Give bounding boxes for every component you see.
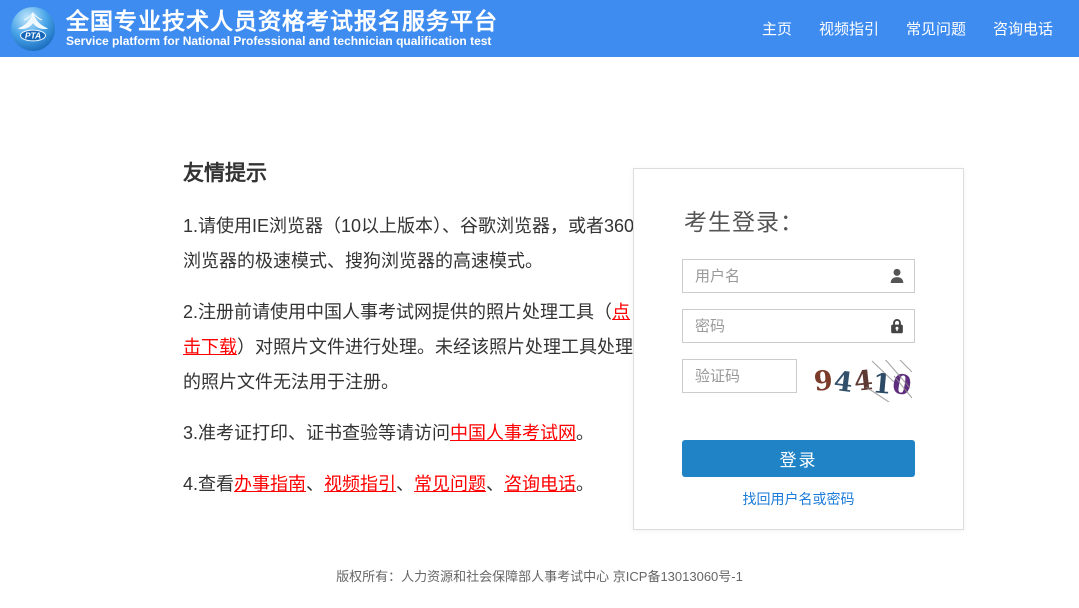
login-panel: 考生登录： 9 4 4 1: [633, 168, 964, 530]
tip-3-text-b: 。: [576, 423, 594, 443]
top-nav: 主页 视频指引 常见问题 咨询电话: [762, 18, 1053, 39]
service-guide-link[interactable]: 办事指南: [234, 474, 306, 494]
tip-item-4: 4.查看办事指南、视频指引、常见问题、咨询电话。: [183, 467, 641, 502]
captcha-image[interactable]: 9 4 4 1 0: [814, 360, 912, 402]
site-header: PTA 全国专业技术人员资格考试报名服务平台 Service platform …: [0, 0, 1079, 57]
svg-text:PTA: PTA: [25, 30, 41, 40]
tip-4-sep-2: 、: [396, 474, 414, 494]
tips-section: 友情提示 1.请使用IE浏览器（10以上版本）、谷歌浏览器，或者360浏览器的极…: [183, 157, 641, 518]
tip-2-text-a: 2.注册前请使用中国人事考试网提供的照片处理工具（: [183, 302, 612, 322]
phone-link[interactable]: 咨询电话: [504, 474, 576, 494]
tip-4-text-b: 。: [576, 474, 594, 494]
copyright-text: 版权所有：人力资源和社会保障部人事考试中心 京ICP备13013060号-1: [336, 569, 743, 584]
tip-2-text-b: ）对照片文件进行处理。未经该照片处理工具处理的照片文件无法用于注册。: [183, 337, 633, 392]
tip-item-1: 1.请使用IE浏览器（10以上版本）、谷歌浏览器，或者360浏览器的极速模式、搜…: [183, 209, 641, 279]
site-title: 全国专业技术人员资格考试报名服务平台: [66, 8, 498, 34]
nav-phone[interactable]: 咨询电话: [993, 18, 1053, 39]
tip-4-sep-1: 、: [306, 474, 324, 494]
captcha-row: 9 4 4 1 0: [682, 359, 915, 402]
faq-link[interactable]: 常见问题: [414, 474, 486, 494]
nav-home[interactable]: 主页: [762, 18, 792, 39]
password-field-wrap: [682, 309, 915, 343]
site-subtitle: Service platform for National Profession…: [66, 34, 498, 49]
captcha-noise-lines: [814, 360, 912, 402]
tip-item-2: 2.注册前请使用中国人事考试网提供的照片处理工具（点击下载）对照片文件进行处理。…: [183, 295, 641, 400]
main-content: 友情提示 1.请使用IE浏览器（10以上版本）、谷歌浏览器，或者360浏览器的极…: [0, 57, 1079, 562]
tip-item-3: 3.准考证打印、证书查验等请访问中国人事考试网。: [183, 416, 641, 451]
username-input[interactable]: [682, 259, 915, 293]
captcha-input[interactable]: [682, 359, 797, 393]
login-button[interactable]: 登录: [682, 440, 915, 477]
username-field-wrap: [682, 259, 915, 293]
pta-logo-icon: PTA: [10, 6, 56, 52]
tips-heading: 友情提示: [183, 157, 641, 187]
tip-3-text-a: 3.准考证打印、证书查验等请访问: [183, 423, 450, 443]
video-guide-link[interactable]: 视频指引: [324, 474, 396, 494]
person-icon: [888, 267, 906, 285]
lock-icon: [888, 317, 906, 335]
brand-block: 全国专业技术人员资格考试报名服务平台 Service platform for …: [66, 8, 498, 49]
tip-4-sep-3: 、: [486, 474, 504, 494]
password-input[interactable]: [682, 309, 915, 343]
nav-video-guide[interactable]: 视频指引: [819, 18, 879, 39]
captcha-field-wrap: [682, 359, 797, 393]
tip-4-text-a: 4.查看: [183, 474, 234, 494]
footer: 版权所有：人力资源和社会保障部人事考试中心 京ICP备13013060号-1: [0, 562, 1079, 585]
nav-faq[interactable]: 常见问题: [906, 18, 966, 39]
forgot-credentials-link[interactable]: 找回用户名或密码: [682, 489, 915, 509]
tip-1-text: 1.请使用IE浏览器（10以上版本）、谷歌浏览器，或者360浏览器的极速模式、搜…: [183, 216, 634, 271]
login-heading: 考生登录：: [684, 203, 915, 237]
cpta-site-link[interactable]: 中国人事考试网: [450, 423, 576, 443]
